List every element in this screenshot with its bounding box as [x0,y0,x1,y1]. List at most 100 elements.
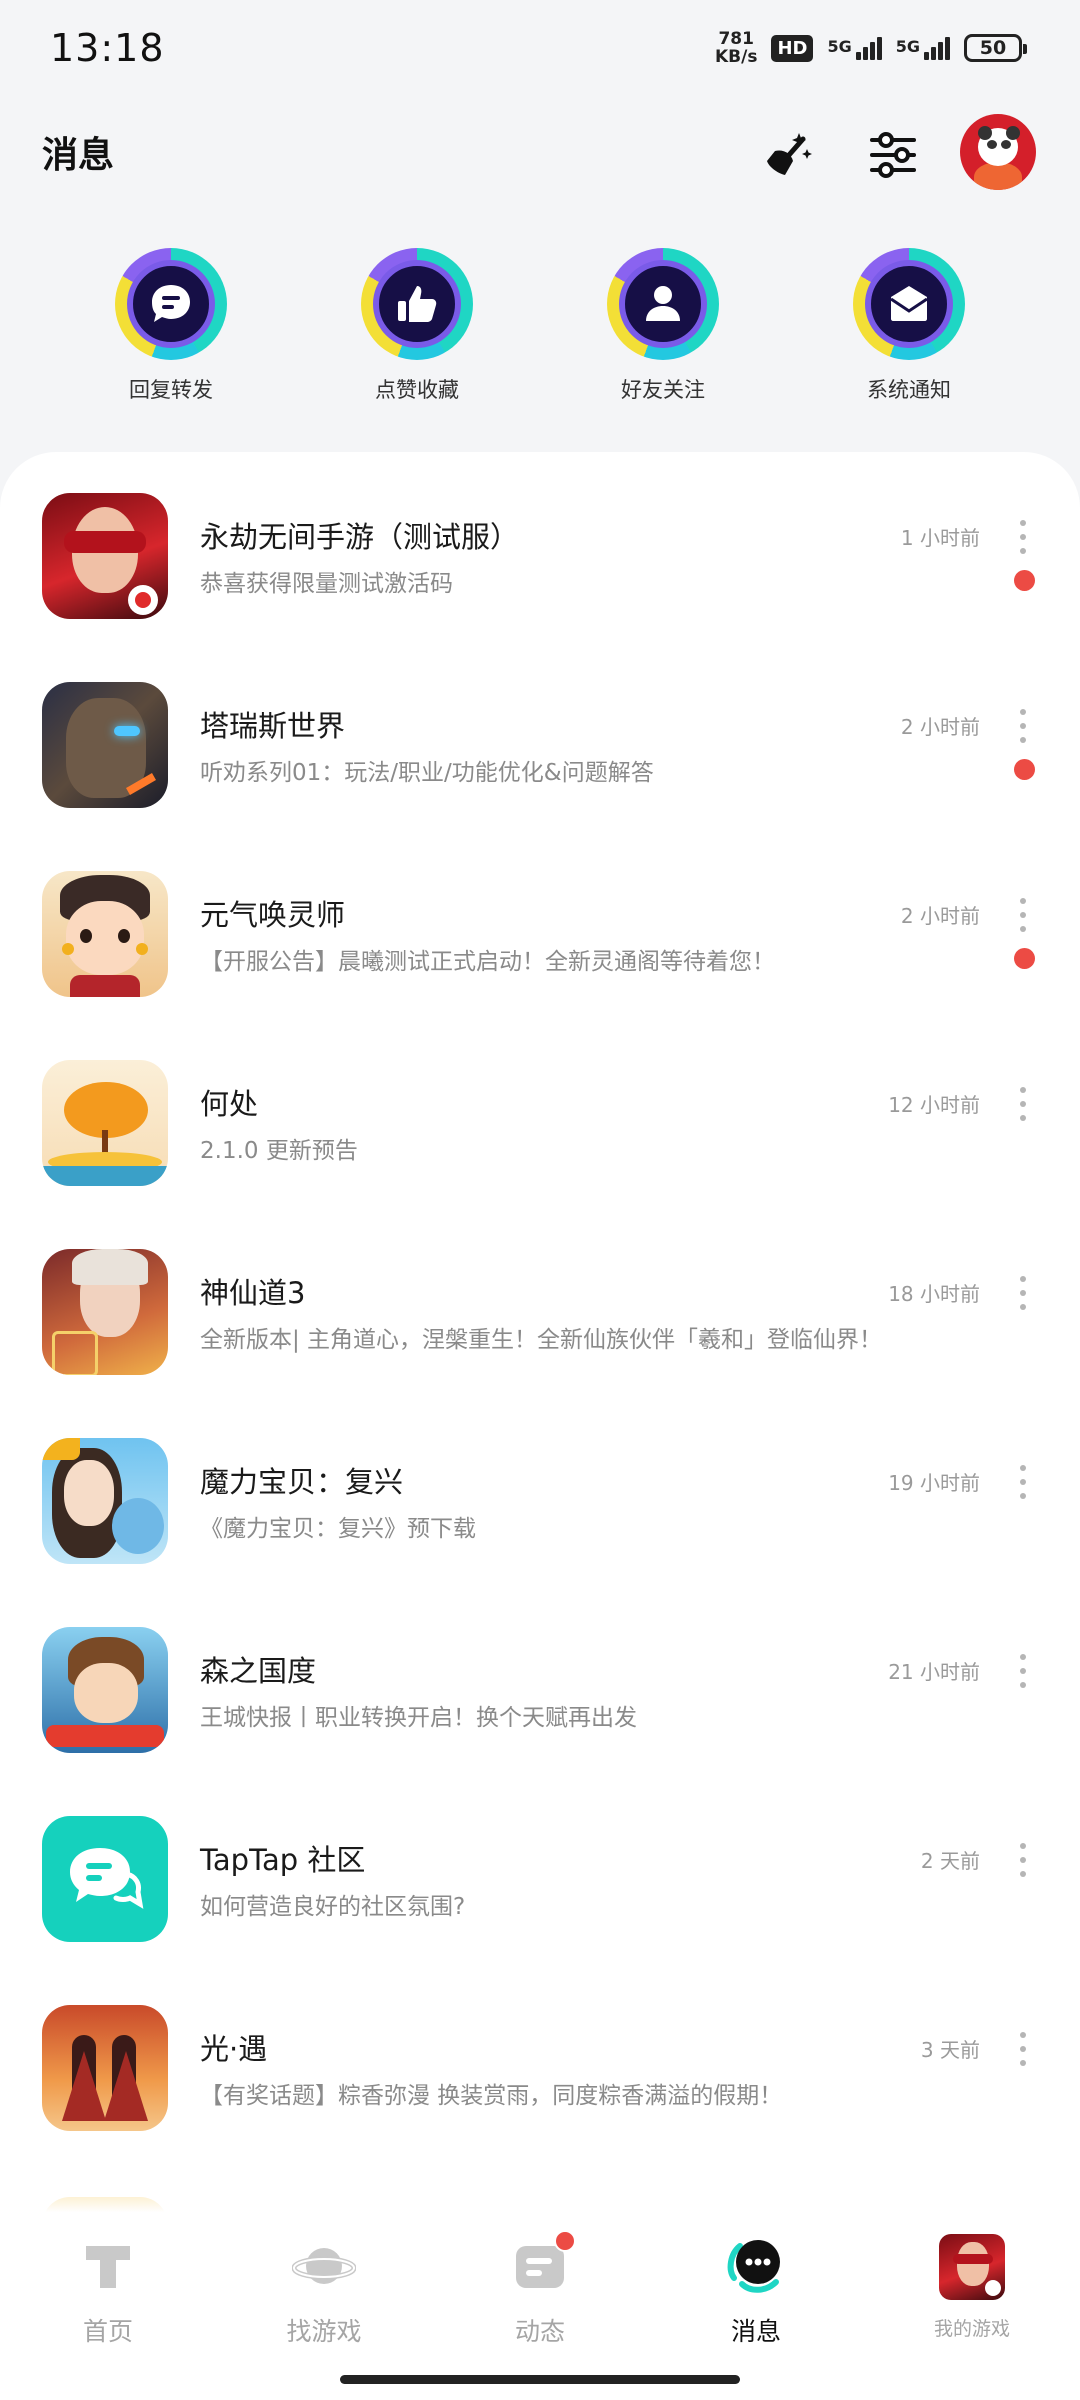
nav-label: 找游戏 [286,2317,362,2346]
person-icon [646,286,680,321]
clear-unread-button[interactable] [752,120,822,190]
settings-button[interactable] [858,120,928,190]
unread-dot [1014,570,1035,591]
message-row[interactable]: 神仙道3 全新版本| 主角道心，涅槃重生！全新仙族伙伴「羲和」登临仙界！ 18 … [0,1208,1080,1397]
message-preview: 【有奖话题】粽香弥漫 换装赏雨，同度粽香满溢的假期！ [200,2083,783,2109]
taptap-icon [42,1816,168,1942]
message-title: TapTap 社区 [200,1843,366,1877]
nav-my-games[interactable]: 我的游戏 [902,2234,1042,2341]
more-options-icon[interactable] [1017,1654,1029,1688]
unread-dot [1014,948,1035,969]
message-row[interactable]: 光·遇 【有奖话题】粽香弥漫 换装赏雨，同度粽香满溢的假期！ 3 天前 [0,1964,1080,2153]
thumbs-up-icon [398,286,437,322]
category-ring [853,248,965,360]
message-title: 何处 [200,1087,259,1121]
game-icon [42,1627,168,1753]
nav-label: 我的游戏 [933,2318,1010,2340]
message-preview: 如何营造良好的社区氛围? [200,1894,466,1920]
message-title: 塔瑞斯世界 [200,709,346,743]
user-avatar[interactable] [960,114,1036,190]
message-list: 永劫无间手游（测试服） 恭喜获得限量测试激活码 1 小时前 塔瑞斯世界 听劝系列… [0,452,1080,2212]
status-bar: 13:18 781 KB/s HD 5G 5G 50 [0,0,1080,100]
message-time: 21 小时前 [888,1660,980,1684]
more-options-icon[interactable] [1017,709,1029,743]
sliders-icon [870,132,916,178]
network-type-2: 5G [895,36,920,56]
category-ring [607,248,719,360]
hd-icon: HD [771,34,814,62]
bottom-nav: 首页 找游戏 动态 消息 我的游戏 [0,2212,1080,2400]
message-row[interactable]: TapTap 社区 如何营造良好的社区氛围? 2 天前 [0,1775,1080,1964]
message-time: 18 小时前 [888,1282,980,1306]
chat-bubble-icon [152,285,190,322]
category-system[interactable]: 系统通知 [829,248,989,404]
nav-feed[interactable]: 动态 [470,2230,610,2348]
message-row[interactable]: 森之国度 王城快报丨职业转换开启！换个天赋再出发 21 小时前 [0,1586,1080,1775]
game-icon [42,1249,168,1375]
message-time: 3 天前 [920,2038,980,2062]
more-options-icon[interactable] [1017,2032,1029,2066]
category-ring [361,248,473,360]
message-title: 魔力宝贝：复兴 [200,1465,404,1499]
message-title: 元气唤灵师 [200,898,346,932]
message-row[interactable]: 何处 2.1.0 更新预告 12 小时前 [0,1019,1080,1208]
nav-home[interactable]: 首页 [38,2234,178,2348]
message-title: 光·遇 [200,2032,268,2066]
page-title: 消息 [42,135,115,176]
messages-icon [724,2234,788,2298]
message-preview: 《魔力宝贝：复兴》预下载 [200,1516,476,1542]
notification-badge [554,2230,576,2252]
more-options-icon[interactable] [1017,1276,1029,1310]
message-time: 2 小时前 [900,904,980,928]
category-replies[interactable]: 回复转发 [91,248,251,404]
message-preview: 【开服公告】晨曦测试正式启动！全新灵通阁等待着您！ [200,949,775,975]
more-options-icon[interactable] [1017,520,1029,554]
signal-icon: 5G [827,36,882,60]
message-time: 1 小时前 [900,526,980,550]
envelope-icon [890,286,928,321]
category-label: 回复转发 [129,378,213,402]
feed-icon [508,2230,576,2298]
nav-label: 动态 [514,2317,565,2346]
category-likes[interactable]: 点赞收藏 [337,248,497,404]
battery-icon: 50 [964,34,1027,62]
game-icon [42,871,168,997]
more-options-icon[interactable] [1017,1843,1029,1877]
message-preview: 恭喜获得限量测试激活码 [200,571,453,597]
broom-icon [767,133,812,175]
message-preview: 全新版本| 主角道心，涅槃重生！全新仙族伙伴「羲和」登临仙界！ [200,1327,883,1353]
message-row[interactable]: 永劫无间手游（测试服） 恭喜获得限量测试激活码 1 小时前 [0,452,1080,641]
more-options-icon[interactable] [1017,1465,1029,1499]
game-icon [42,1438,168,1564]
more-options-icon[interactable] [1017,1087,1029,1121]
signal-icon-2: 5G [895,36,950,60]
message-time: 2 天前 [920,1849,980,1873]
category-label: 好友关注 [621,378,705,402]
message-row[interactable]: 魔力宝贝：复兴 《魔力宝贝：复兴》预下载 19 小时前 [0,1397,1080,1586]
speed-unit: KB/s [714,47,758,67]
network-type: 5G [827,36,852,56]
nav-label: 首页 [82,2317,133,2346]
game-icon [42,2005,168,2131]
home-indicator[interactable] [340,2375,740,2384]
planet-icon [292,2234,356,2298]
message-title: 神仙道3 [200,1276,306,1310]
game-icon [42,1060,168,1186]
more-options-icon[interactable] [1017,898,1029,932]
message-preview: 2.1.0 更新预告 [200,1138,358,1164]
network-speed: 781 KB/s [715,30,757,66]
message-row[interactable]: 元气唤灵师 【开服公告】晨曦测试正式启动！全新灵通阁等待着您！ 2 小时前 [0,830,1080,1019]
my-games-icon [939,2234,1005,2300]
message-time: 2 小时前 [900,715,980,739]
category-ring [115,248,227,360]
nav-find-games[interactable]: 找游戏 [254,2234,394,2348]
message-time: 19 小时前 [888,1471,980,1495]
nav-messages[interactable]: 消息 [686,2234,826,2348]
game-icon [42,493,168,619]
message-title: 森之国度 [200,1654,317,1688]
category-friends[interactable]: 好友关注 [583,248,743,404]
category-label: 点赞收藏 [375,378,459,402]
message-row[interactable]: 塔瑞斯世界 听劝系列01：玩法/职业/功能优化&问题解答 2 小时前 [0,641,1080,830]
nav-label: 消息 [730,2317,781,2346]
home-icon [76,2234,140,2298]
